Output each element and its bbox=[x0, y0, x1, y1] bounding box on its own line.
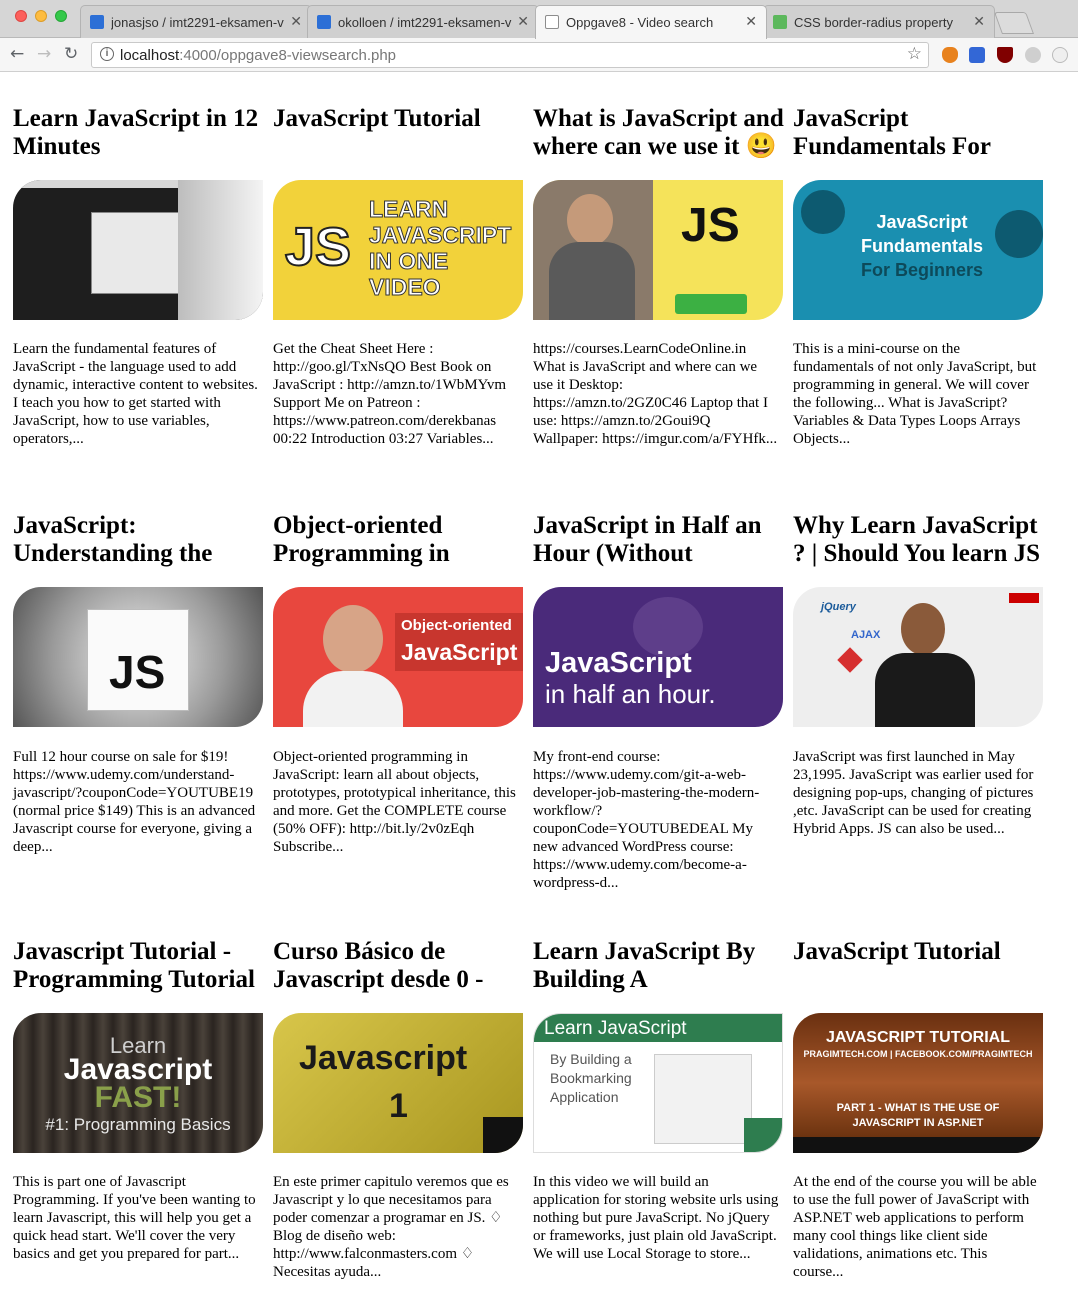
metamask-fox-icon[interactable] bbox=[942, 47, 958, 63]
video-thumbnail[interactable]: Javascript 1 bbox=[273, 1013, 523, 1153]
video-description: https://courses.LearnCodeOnline.in What … bbox=[533, 341, 778, 447]
browser-tab-3-active[interactable]: Oppgave8 - Video search ✕ bbox=[535, 5, 767, 39]
w3schools-icon bbox=[773, 15, 787, 29]
reload-icon[interactable]: ↻ bbox=[64, 44, 78, 64]
video-card: JavaScript in Half an Hour (Without jQue… bbox=[533, 512, 785, 568]
tab-counter-icon[interactable] bbox=[969, 47, 985, 63]
video-description: En este primer capitulo veremos que es J… bbox=[273, 1174, 509, 1280]
rss-icon[interactable] bbox=[1052, 47, 1068, 63]
video-title[interactable]: Why Learn JavaScript ? | Should You lear… bbox=[793, 512, 1045, 568]
video-description: This is a mini-course on the fundamental… bbox=[793, 341, 1037, 447]
close-window-icon[interactable] bbox=[15, 10, 27, 22]
video-card: Learn JavaScript By Building A Bookmarke… bbox=[533, 938, 785, 994]
new-tab-button[interactable] bbox=[993, 12, 1035, 34]
video-card: JavaScript: Understanding the bbox=[13, 512, 265, 568]
video-description: At the end of the course you will be abl… bbox=[793, 1174, 1037, 1280]
video-thumbnail[interactable] bbox=[13, 180, 263, 320]
browser-tab-2[interactable]: okolloen / imt2291-eksamen-v ✕ bbox=[307, 5, 539, 38]
video-thumbnail[interactable]: Object-oriented JavaScript bbox=[273, 587, 523, 727]
close-tab-icon[interactable]: ✕ bbox=[290, 13, 302, 30]
address-bar[interactable]: i localhost:4000/oppgave8-viewsearch.php… bbox=[91, 42, 929, 68]
video-thumbnail[interactable]: JS bbox=[13, 587, 263, 727]
video-title[interactable]: JavaScript Tutorial bbox=[273, 105, 525, 161]
video-card: Curso Básico de Javascript desde 0 - bbox=[273, 938, 525, 994]
video-card: JavaScript Fundamentals For bbox=[793, 105, 1045, 161]
video-title[interactable]: JavaScript Fundamentals For bbox=[793, 105, 1045, 161]
video-card: JavaScript Tutorial bbox=[273, 105, 525, 161]
video-title[interactable]: Learn JavaScript in 12 Minutes bbox=[13, 105, 265, 161]
video-description: Learn the fundamental features of JavaSc… bbox=[13, 341, 258, 447]
maximize-window-icon[interactable] bbox=[55, 10, 67, 22]
close-tab-icon[interactable]: ✕ bbox=[517, 13, 529, 30]
url-text: localhost:4000/oppgave8-viewsearch.php bbox=[120, 47, 397, 64]
video-card: JavaScript Tutorial bbox=[793, 938, 1045, 994]
video-thumbnail[interactable]: Learn JavaScript By Building a Bookmarki… bbox=[533, 1013, 783, 1153]
video-title[interactable]: Object-oriented Programming in bbox=[273, 512, 525, 568]
video-title[interactable]: Learn JavaScript By Building A Bookmarke… bbox=[533, 938, 785, 994]
close-tab-icon[interactable]: ✕ bbox=[745, 13, 757, 30]
bitbucket-icon bbox=[90, 15, 104, 29]
bookmark-star-icon[interactable]: ☆ bbox=[907, 44, 922, 64]
close-tab-icon[interactable]: ✕ bbox=[973, 13, 985, 30]
video-thumbnail[interactable]: JavaScript Fundamentals For Beginners bbox=[793, 180, 1043, 320]
info-icon[interactable]: i bbox=[100, 47, 114, 61]
extension-gear-icon[interactable] bbox=[1025, 47, 1041, 63]
page-icon bbox=[545, 15, 559, 29]
video-title[interactable]: What is JavaScript and where can we use … bbox=[533, 105, 785, 161]
minimize-window-icon[interactable] bbox=[35, 10, 47, 22]
video-description: Get the Cheat Sheet Here : http://goo.gl… bbox=[273, 341, 507, 447]
video-card: Learn JavaScript in 12 Minutes bbox=[13, 105, 265, 161]
forward-arrow-icon[interactable]: → bbox=[37, 44, 51, 64]
back-arrow-icon[interactable]: ← bbox=[10, 44, 24, 64]
video-description: My front-end course: https://www.udemy.c… bbox=[533, 749, 760, 891]
video-title[interactable]: JavaScript Tutorial bbox=[793, 938, 1045, 994]
video-card: Object-oriented Programming in bbox=[273, 512, 525, 568]
bitbucket-icon bbox=[317, 15, 331, 29]
browser-tab-1[interactable]: jonasjso / imt2291-eksamen-v ✕ bbox=[80, 5, 312, 38]
tab-title: Oppgave8 - Video search bbox=[566, 15, 714, 30]
video-title[interactable]: Javascript Tutorial - Programming Tutori… bbox=[13, 938, 265, 994]
video-description: Full 12 hour course on sale for $19! htt… bbox=[13, 749, 256, 855]
video-title[interactable]: JavaScript in Half an Hour (Without jQue… bbox=[533, 512, 785, 568]
video-description: This is part one of Javascript Programmi… bbox=[13, 1174, 256, 1262]
browser-tab-bar: jonasjso / imt2291-eksamen-v ✕ okolloen … bbox=[0, 0, 1078, 39]
browser-toolbar: ← → ↻ i localhost:4000/oppgave8-viewsear… bbox=[0, 38, 1078, 72]
video-thumbnail[interactable]: JAVASCRIPT TUTORIAL PRAGIMTECH.COM | FAC… bbox=[793, 1013, 1043, 1153]
video-thumbnail[interactable]: JavaScript in half an hour. bbox=[533, 587, 783, 727]
tab-title: okolloen / imt2291-eksamen-v bbox=[338, 15, 512, 30]
video-title[interactable]: JavaScript: Understanding the bbox=[13, 512, 265, 568]
tab-title: jonasjso / imt2291-eksamen-v bbox=[111, 15, 284, 30]
tab-title: CSS border-radius property bbox=[794, 15, 953, 30]
video-card: Why Learn JavaScript ? | Should You lear… bbox=[793, 512, 1045, 568]
video-card: Javascript Tutorial - Programming Tutori… bbox=[13, 938, 265, 994]
ublock-icon[interactable] bbox=[997, 47, 1013, 63]
video-thumbnail[interactable]: jQuery AJAX bbox=[793, 587, 1043, 727]
video-description: Object-oriented programming in JavaScrip… bbox=[273, 749, 516, 855]
video-title[interactable]: Curso Básico de Javascript desde 0 - bbox=[273, 938, 525, 994]
video-thumbnail[interactable]: JS LEARN JAVASCRIPT IN ONE VIDEO bbox=[273, 180, 523, 320]
browser-tab-4[interactable]: CSS border-radius property ✕ bbox=[763, 5, 995, 38]
video-card: What is JavaScript and where can we use … bbox=[533, 105, 785, 161]
video-description: JavaScript was first launched in May 23,… bbox=[793, 749, 1034, 837]
video-thumbnail[interactable]: JS bbox=[533, 180, 783, 320]
video-thumbnail[interactable]: Learn Javascript FAST! #1: Programming B… bbox=[13, 1013, 263, 1153]
video-description: In this video we will build an applicati… bbox=[533, 1174, 779, 1262]
